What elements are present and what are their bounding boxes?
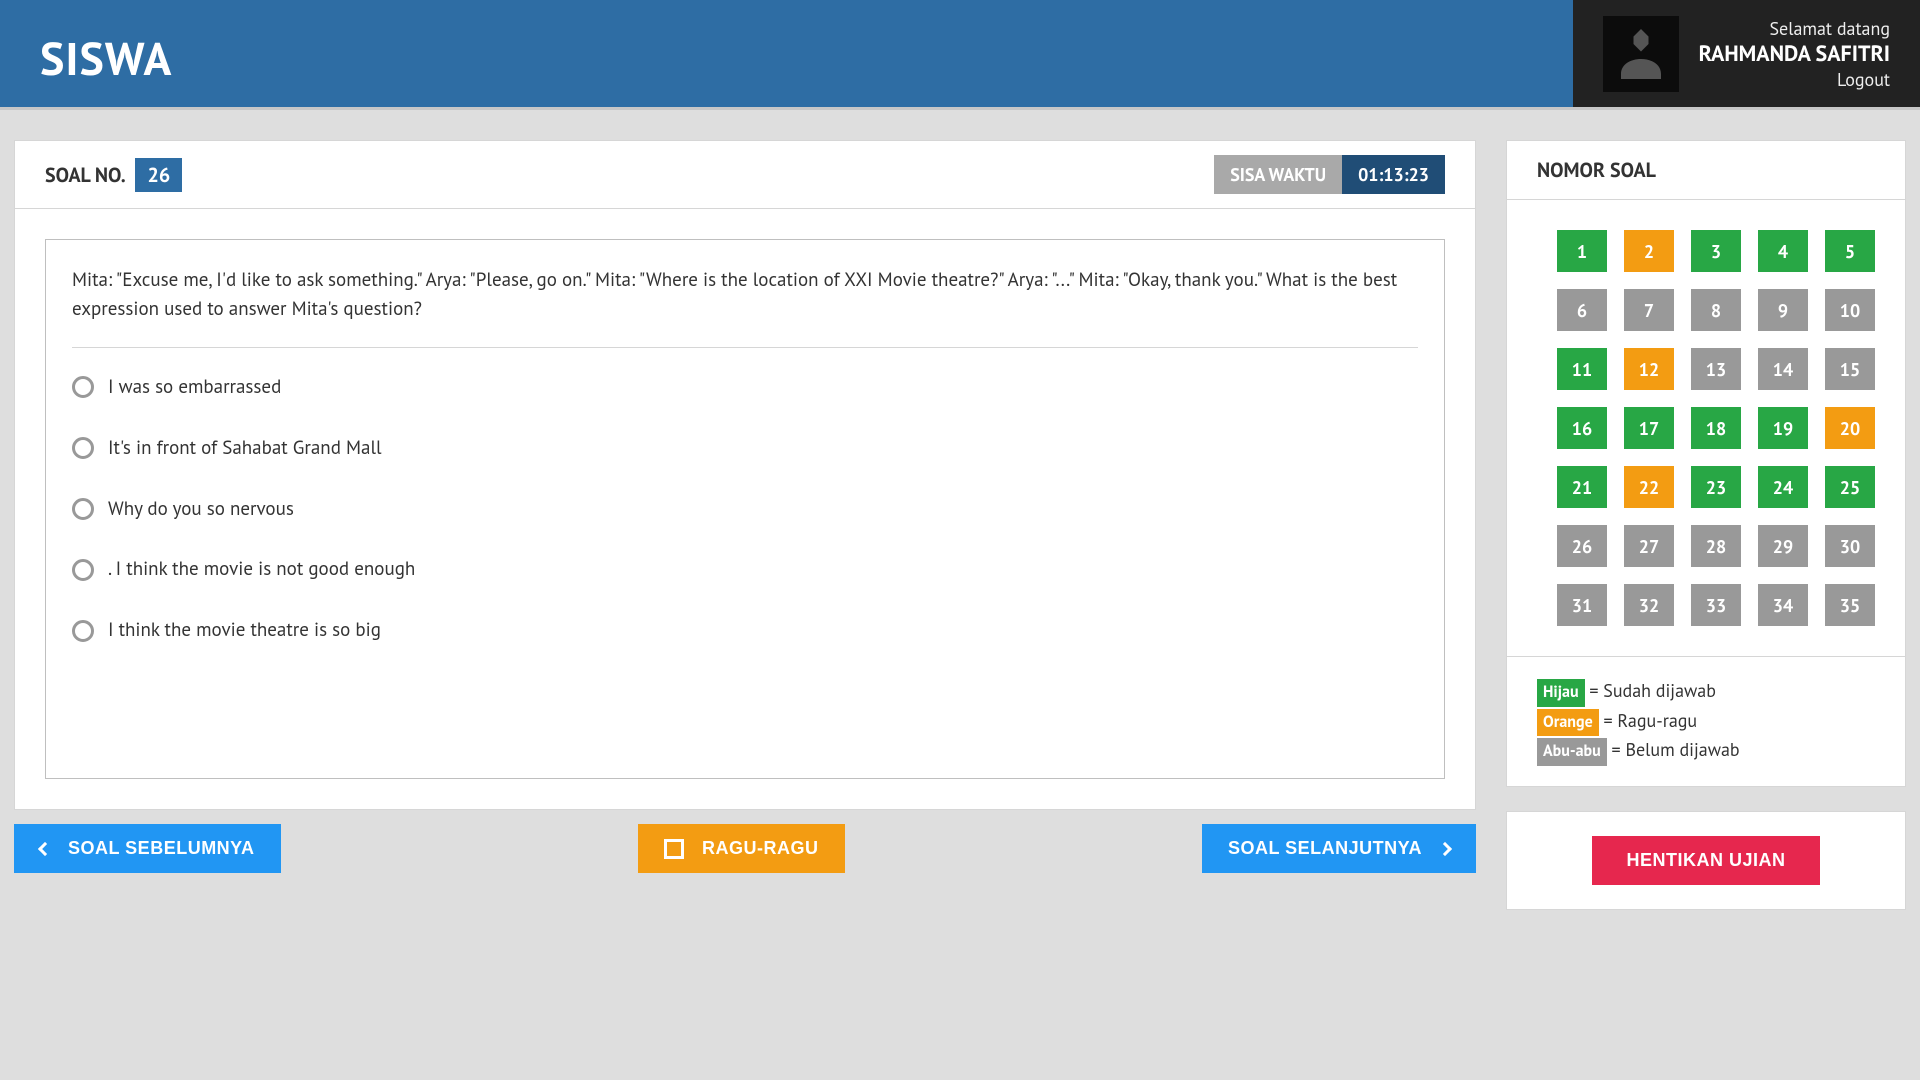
question-cell[interactable]: 15 [1825,348,1875,390]
question-cell[interactable]: 33 [1691,584,1741,626]
ragu-label: RAGU-RAGU [702,838,819,859]
logout-link[interactable]: Logout [1699,68,1890,91]
question-cell[interactable]: 34 [1758,584,1808,626]
question-card-header: SOAL NO. 26 SISA WAKTU 01:13:23 [15,141,1475,209]
question-cell[interactable]: 3 [1691,230,1741,272]
question-cell[interactable]: 20 [1825,407,1875,449]
user-box: Selamat datang RAHMANDA SAFITRI Logout [1573,0,1920,107]
question-cell[interactable]: 29 [1758,525,1808,567]
user-silhouette-icon [1611,24,1671,84]
answer-option-label: . I think the movie is not good enough [108,558,1418,581]
question-cell[interactable]: 12 [1624,348,1674,390]
stop-exam-button[interactable]: HENTIKAN UJIAN [1592,836,1819,885]
question-cell[interactable]: 1 [1557,230,1607,272]
question-cell[interactable]: 23 [1691,466,1741,508]
app-title: SISWA [0,0,212,107]
legend-row-green: Hijau = Sudah dijawab [1537,677,1875,707]
question-cell[interactable]: 5 [1825,230,1875,272]
legend-chip-orange: Orange [1537,709,1599,737]
question-text: Mita: "Excuse me, I'd like to ask someth… [72,266,1418,348]
prev-question-button[interactable]: SOAL SEBELUMNYA [14,824,281,873]
question-panel: Mita: "Excuse me, I'd like to ask someth… [45,239,1445,779]
radio-icon [72,376,94,398]
soal-no-label: SOAL NO. [45,162,126,188]
question-cell[interactable]: 26 [1557,525,1607,567]
question-cell[interactable]: 19 [1758,407,1808,449]
question-cell[interactable]: 6 [1557,289,1607,331]
radio-icon [72,620,94,642]
answer-option-label: It's in front of Sahabat Grand Mall [108,437,1418,460]
legend-chip-gray: Abu-abu [1537,738,1607,766]
legend: Hijau = Sudah dijawab Orange = Ragu-ragu… [1507,656,1905,786]
question-cell[interactable]: 9 [1758,289,1808,331]
topbar: SISWA Selamat datang RAHMANDA SAFITRI Lo… [0,0,1920,110]
answer-option[interactable]: I think the movie theatre is so big [72,619,1418,642]
checkbox-icon [664,839,684,859]
legend-chip-green: Hijau [1537,679,1585,707]
question-cell[interactable]: 25 [1825,466,1875,508]
soal-no-wrap: SOAL NO. 26 [45,158,182,192]
ragu-button[interactable]: RAGU-RAGU [638,824,845,873]
question-cell[interactable]: 11 [1557,348,1607,390]
timer: SISA WAKTU 01:13:23 [1214,155,1445,194]
answer-option-label: I was so embarrassed [108,376,1418,399]
legend-row-gray: Abu-abu = Belum dijawab [1537,736,1875,766]
legend-desc: = Sudah dijawab [1585,679,1716,702]
soal-no-value: 26 [135,158,182,192]
timer-value: 01:13:23 [1342,155,1445,194]
user-meta: Selamat datang RAHMANDA SAFITRI Logout [1699,17,1890,91]
question-cell[interactable]: 35 [1825,584,1875,626]
question-card: SOAL NO. 26 SISA WAKTU 01:13:23 Mita: "E… [14,140,1476,810]
question-cell[interactable]: 30 [1825,525,1875,567]
question-cell[interactable]: 2 [1624,230,1674,272]
timer-label: SISA WAKTU [1214,155,1342,194]
question-cell[interactable]: 27 [1624,525,1674,567]
stop-card: HENTIKAN UJIAN [1506,811,1906,910]
question-cell[interactable]: 24 [1758,466,1808,508]
user-name: RAHMANDA SAFITRI [1699,40,1890,68]
question-nav-title: NOMOR SOAL [1507,141,1905,200]
question-cell[interactable]: 21 [1557,466,1607,508]
question-cell[interactable]: 32 [1624,584,1674,626]
answer-option[interactable]: Why do you so nervous [72,498,1418,521]
radio-icon [72,437,94,459]
question-nav-card: NOMOR SOAL 12345678910111213141516171819… [1506,140,1906,787]
avatar [1603,16,1679,92]
question-cell[interactable]: 14 [1758,348,1808,390]
answer-option-label: Why do you so nervous [108,498,1418,521]
question-cell[interactable]: 8 [1691,289,1741,331]
question-cell[interactable]: 4 [1758,230,1808,272]
answer-option[interactable]: It's in front of Sahabat Grand Mall [72,437,1418,460]
question-cell[interactable]: 10 [1825,289,1875,331]
answer-option[interactable]: . I think the movie is not good enough [72,558,1418,581]
next-label: SOAL SELANJUTNYA [1228,838,1422,859]
welcome-text: Selamat datang [1699,17,1890,40]
question-cell[interactable]: 17 [1624,407,1674,449]
radio-icon [72,559,94,581]
chevron-right-icon [1438,841,1452,855]
next-question-button[interactable]: SOAL SELANJUTNYA [1202,824,1476,873]
question-cell[interactable]: 7 [1624,289,1674,331]
question-cell[interactable]: 13 [1691,348,1741,390]
question-cell[interactable]: 16 [1557,407,1607,449]
answer-option-label: I think the movie theatre is so big [108,619,1418,642]
nav-row: SOAL SEBELUMNYA RAGU-RAGU SOAL SELANJUTN… [14,824,1476,873]
radio-icon [72,498,94,520]
question-cell[interactable]: 18 [1691,407,1741,449]
legend-desc: = Belum dijawab [1607,738,1740,761]
answer-option[interactable]: I was so embarrassed [72,376,1418,399]
question-cell[interactable]: 28 [1691,525,1741,567]
question-cell[interactable]: 22 [1624,466,1674,508]
prev-label: SOAL SEBELUMNYA [68,838,255,859]
question-grid: 1234567891011121314151617181920212223242… [1507,200,1905,656]
question-cell[interactable]: 31 [1557,584,1607,626]
legend-row-orange: Orange = Ragu-ragu [1537,707,1875,737]
chevron-left-icon [38,841,52,855]
legend-desc: = Ragu-ragu [1599,709,1697,732]
